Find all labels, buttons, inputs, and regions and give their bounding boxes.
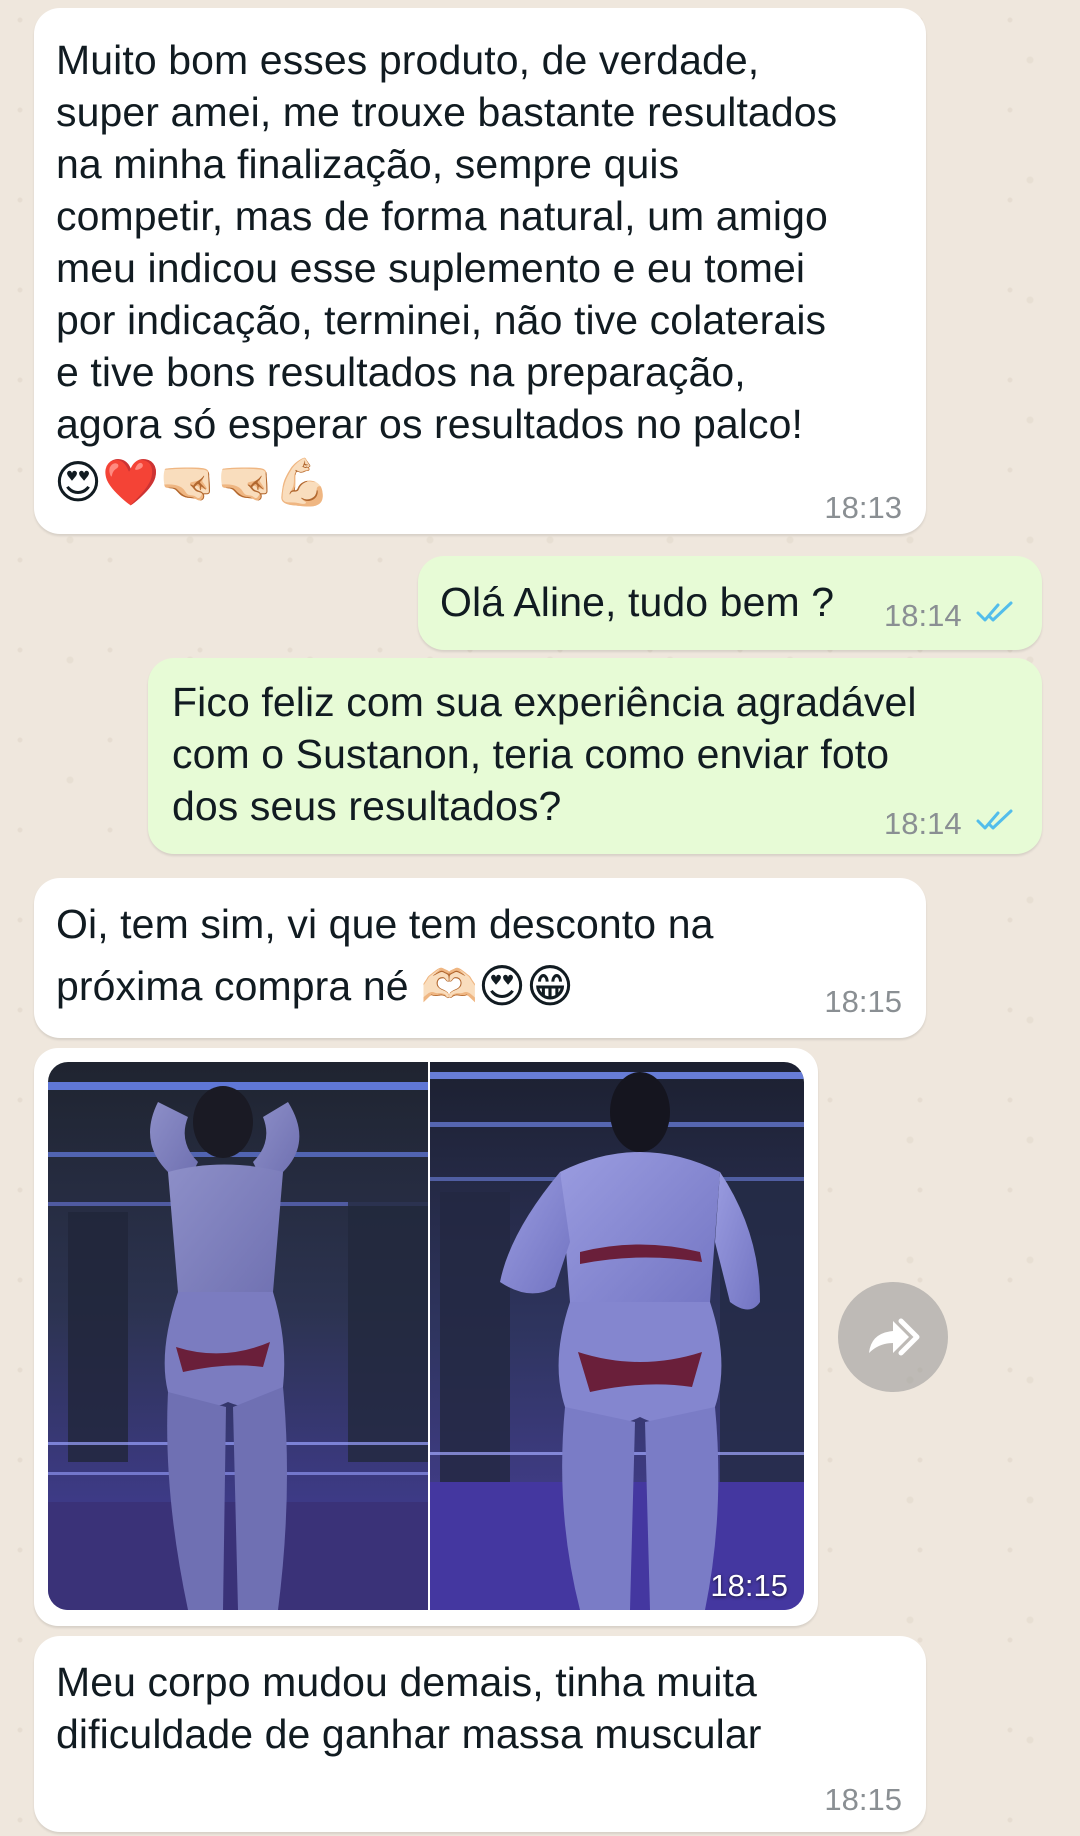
- message-timestamp: 18:14: [884, 598, 962, 633]
- message-text-line: Oi, tem sim, vi que tem desconto na: [56, 901, 714, 947]
- message-bubble-outgoing[interactable]: Olá Aline, tudo bem ? 18:14: [418, 556, 1042, 650]
- message-timestamp: 18:15: [824, 1782, 902, 1817]
- forward-button[interactable]: [838, 1282, 948, 1392]
- double-check-icon: [976, 809, 1013, 830]
- message-emojis: 🫶🏻😍😁: [420, 959, 575, 1013]
- forward-icon: [869, 1318, 920, 1356]
- message-bubble-incoming[interactable]: Meu corpo mudou demais, tinha muita difi…: [34, 1636, 926, 1832]
- double-check-icon: [976, 601, 1013, 622]
- message-timestamp: 18:14: [884, 806, 962, 841]
- message-bubble-incoming[interactable]: Muito bom esses produto, de verdade, sup…: [34, 8, 926, 534]
- message-text: próxima compra né: [56, 963, 409, 1009]
- image-timestamp: 18:15: [710, 1568, 788, 1603]
- message-bubble-outgoing[interactable]: Fico feliz com sua experiência agradável…: [148, 658, 1042, 854]
- message-text: Meu corpo mudou demais, tinha muita difi…: [56, 1659, 762, 1757]
- message-bubble-incoming[interactable]: Oi, tem sim, vi que tem desconto na próx…: [34, 878, 926, 1038]
- gym-photo-left: [48, 1062, 428, 1610]
- message-timestamp: 18:13: [824, 490, 902, 525]
- message-timestamp: 18:15: [824, 984, 902, 1019]
- message-text: Muito bom esses produto, de verdade, sup…: [56, 37, 838, 447]
- message-image[interactable]: 18:15: [48, 1062, 804, 1610]
- message-text: Olá Aline, tudo bem ?: [440, 579, 835, 625]
- message-text-line: próxima compra né 🫶🏻😍😁: [56, 956, 574, 1016]
- gym-photo-right: [430, 1062, 804, 1610]
- photo-right: [430, 1062, 804, 1610]
- message-emojis: 😍❤️🤜🏻🤜🏻💪🏻: [54, 455, 332, 509]
- photo-left: [48, 1062, 428, 1610]
